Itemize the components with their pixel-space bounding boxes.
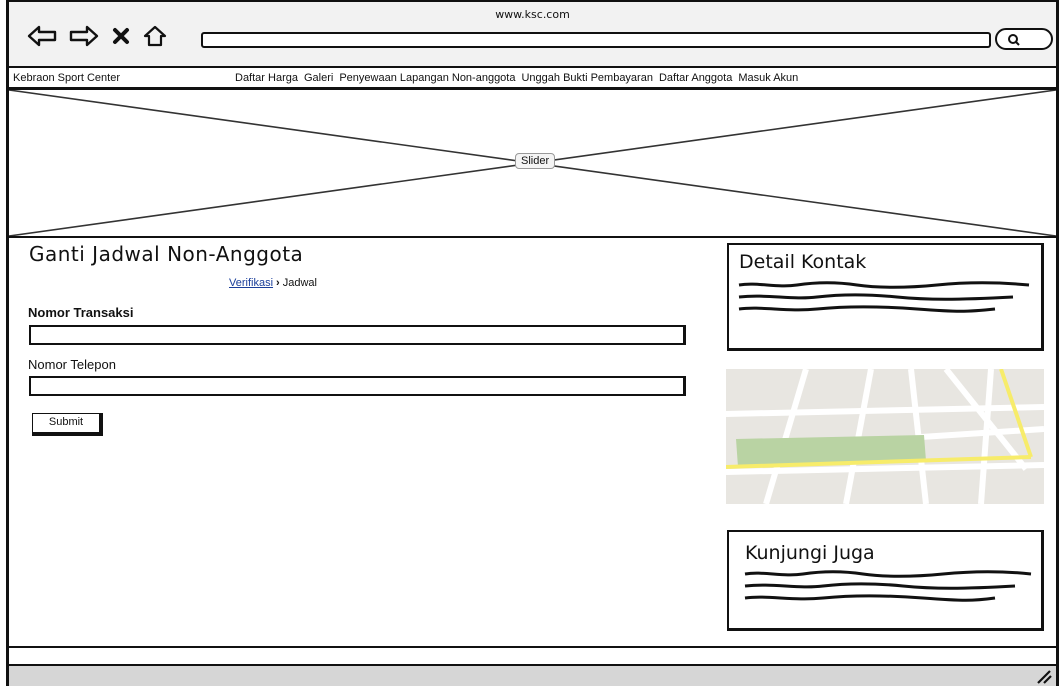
location-map[interactable]: [726, 369, 1044, 504]
nomor-transaksi-input[interactable]: [29, 325, 686, 345]
menu-item-masuk-akun[interactable]: Masuk Akun: [738, 72, 798, 84]
menu-item-galeri[interactable]: Galeri: [304, 72, 333, 84]
menu-item-daftar-anggota[interactable]: Daftar Anggota: [659, 72, 732, 84]
nav-buttons: [27, 24, 167, 48]
page-footer: [6, 646, 1059, 666]
label-nomor-telepon: Nomor Telepon: [28, 357, 116, 372]
resize-grip-icon[interactable]: [1034, 668, 1052, 688]
site-menubar: Kebraon Sport Center Daftar Harga Galeri…: [6, 66, 1059, 90]
menu-item-unggah-bukti[interactable]: Unggah Bukti Pembayaran: [521, 72, 652, 84]
submit-button[interactable]: Submit: [32, 413, 103, 436]
visit-text-scribble: [744, 570, 1032, 602]
wireframe-window: www.ksc.com Kebraon Sport Center Daftar …: [0, 0, 1059, 686]
close-icon[interactable]: [111, 26, 131, 46]
menu-item-penyewaan-lapangan[interactable]: Penyewaan Lapangan Non-anggota: [339, 72, 515, 84]
browser-toolbar: www.ksc.com: [6, 0, 1059, 66]
window-url-title: www.ksc.com: [495, 8, 570, 21]
arrow-right-icon[interactable]: [69, 25, 99, 47]
home-icon[interactable]: [143, 24, 167, 48]
browser-search-field[interactable]: [995, 28, 1053, 50]
status-bar: [6, 666, 1059, 686]
chevron-right-icon: ›: [276, 277, 280, 289]
slider-label: Slider: [515, 153, 556, 169]
main-content: Ganti Jadwal Non-Anggota Verifikasi › Jadw…: [6, 238, 1059, 646]
visit-title: Kunjungi Juga: [745, 542, 875, 564]
breadcrumb: Verifikasi › Jadwal: [229, 277, 317, 289]
breadcrumb-link-verifikasi[interactable]: Verifikasi: [229, 277, 273, 289]
site-brand[interactable]: Kebraon Sport Center: [13, 72, 120, 84]
breadcrumb-current: Jadwal: [282, 277, 317, 289]
menu-item-daftar-harga[interactable]: Daftar Harga: [235, 72, 298, 84]
contact-text-scribble: [738, 281, 1030, 313]
image-slider[interactable]: Slider: [6, 90, 1059, 238]
label-nomor-transaksi: Nomor Transaksi: [28, 305, 134, 320]
arrow-left-icon[interactable]: [27, 25, 57, 47]
contact-title: Detail Kontak: [739, 251, 867, 273]
nomor-telepon-input[interactable]: [29, 376, 686, 396]
contact-detail-box: Detail Kontak: [727, 243, 1044, 351]
page-title: Ganti Jadwal Non-Anggota: [29, 242, 304, 266]
menu-items: Daftar Harga Galeri Penyewaan Lapangan N…: [235, 72, 798, 84]
map-graphic: [726, 369, 1044, 504]
address-bar[interactable]: [201, 32, 991, 48]
visit-also-box: Kunjungi Juga: [727, 530, 1044, 631]
